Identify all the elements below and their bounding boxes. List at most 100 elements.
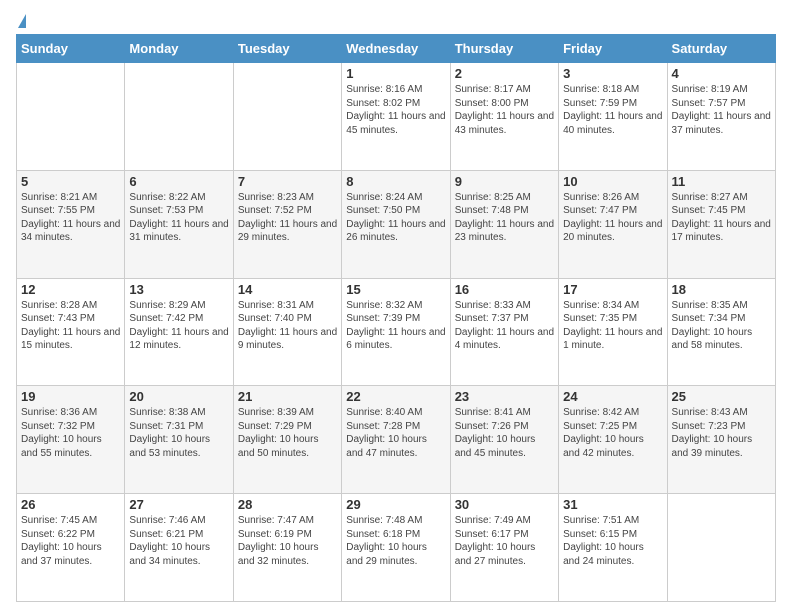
day-info: Sunrise: 7:48 AM Sunset: 6:18 PM Dayligh… [346, 514, 445, 568]
day-info: Sunrise: 8:31 AM Sunset: 7:40 PM Dayligh… [238, 299, 337, 353]
day-number: 31 [563, 497, 662, 512]
day-number: 23 [455, 389, 554, 404]
calendar-table: SundayMondayTuesdayWednesdayThursdayFrid… [16, 34, 776, 602]
calendar-header-thursday: Thursday [450, 35, 558, 63]
day-info: Sunrise: 8:29 AM Sunset: 7:42 PM Dayligh… [129, 299, 228, 353]
day-info: Sunrise: 8:18 AM Sunset: 7:59 PM Dayligh… [563, 83, 662, 137]
day-info: Sunrise: 8:40 AM Sunset: 7:28 PM Dayligh… [346, 406, 445, 460]
day-info: Sunrise: 8:17 AM Sunset: 8:00 PM Dayligh… [455, 83, 554, 137]
day-info: Sunrise: 7:45 AM Sunset: 6:22 PM Dayligh… [21, 514, 120, 568]
calendar-header-wednesday: Wednesday [342, 35, 450, 63]
day-info: Sunrise: 8:28 AM Sunset: 7:43 PM Dayligh… [21, 299, 120, 353]
day-info: Sunrise: 8:41 AM Sunset: 7:26 PM Dayligh… [455, 406, 554, 460]
calendar-cell: 18 Sunrise: 8:35 AM Sunset: 7:34 PM Dayli… [667, 278, 775, 386]
day-info: Sunrise: 8:26 AM Sunset: 7:47 PM Dayligh… [563, 191, 662, 245]
day-info: Sunrise: 8:24 AM Sunset: 7:50 PM Dayligh… [346, 191, 445, 245]
day-number: 15 [346, 282, 445, 297]
calendar-cell: 31 Sunrise: 7:51 AM Sunset: 6:15 PM Dayli… [559, 494, 667, 602]
calendar-cell [125, 63, 233, 171]
logo [16, 14, 26, 30]
calendar-cell: 3 Sunrise: 8:18 AM Sunset: 7:59 PM Daylig… [559, 63, 667, 171]
day-info: Sunrise: 7:51 AM Sunset: 6:15 PM Dayligh… [563, 514, 662, 568]
calendar-cell: 17 Sunrise: 8:34 AM Sunset: 7:35 PM Dayli… [559, 278, 667, 386]
day-number: 14 [238, 282, 337, 297]
day-number: 17 [563, 282, 662, 297]
day-info: Sunrise: 8:23 AM Sunset: 7:52 PM Dayligh… [238, 191, 337, 245]
calendar-cell: 27 Sunrise: 7:46 AM Sunset: 6:21 PM Dayli… [125, 494, 233, 602]
day-info: Sunrise: 8:32 AM Sunset: 7:39 PM Dayligh… [346, 299, 445, 353]
calendar-cell [17, 63, 125, 171]
calendar-cell: 19 Sunrise: 8:36 AM Sunset: 7:32 PM Dayli… [17, 386, 125, 494]
day-info: Sunrise: 8:34 AM Sunset: 7:35 PM Dayligh… [563, 299, 662, 353]
calendar-cell: 6Sunrise: 8:22 AM Sunset: 7:53 PM Daylig… [125, 170, 233, 278]
day-info: Sunrise: 8:19 AM Sunset: 7:57 PM Dayligh… [672, 83, 771, 137]
day-number: 21 [238, 389, 337, 404]
calendar-week-row: 1 Sunrise: 8:16 AM Sunset: 8:02 PM Daylig… [17, 63, 776, 171]
calendar-week-row: 26 Sunrise: 7:45 AM Sunset: 6:22 PM Dayli… [17, 494, 776, 602]
day-number: 5 [21, 174, 120, 189]
calendar-header-tuesday: Tuesday [233, 35, 341, 63]
calendar-header-friday: Friday [559, 35, 667, 63]
day-number: 29 [346, 497, 445, 512]
calendar-week-row: 12 Sunrise: 8:28 AM Sunset: 7:43 PM Dayli… [17, 278, 776, 386]
calendar-cell: 25 Sunrise: 8:43 AM Sunset: 7:23 PM Dayli… [667, 386, 775, 494]
day-number: 18 [672, 282, 771, 297]
day-number: 7 [238, 174, 337, 189]
calendar-header-saturday: Saturday [667, 35, 775, 63]
day-info: Sunrise: 8:27 AM Sunset: 7:45 PM Dayligh… [672, 191, 771, 245]
day-info: Sunrise: 8:25 AM Sunset: 7:48 PM Dayligh… [455, 191, 554, 245]
day-info: Sunrise: 7:49 AM Sunset: 6:17 PM Dayligh… [455, 514, 554, 568]
day-number: 8 [346, 174, 445, 189]
day-number: 27 [129, 497, 228, 512]
header [16, 12, 776, 30]
day-number: 16 [455, 282, 554, 297]
day-number: 3 [563, 66, 662, 81]
page: SundayMondayTuesdayWednesdayThursdayFrid… [0, 0, 792, 612]
calendar-cell [233, 63, 341, 171]
calendar-cell: 13Sunrise: 8:29 AM Sunset: 7:42 PM Dayli… [125, 278, 233, 386]
day-number: 24 [563, 389, 662, 404]
calendar-cell: 24 Sunrise: 8:42 AM Sunset: 7:25 PM Dayli… [559, 386, 667, 494]
day-number: 12 [21, 282, 120, 297]
calendar-cell: 14 Sunrise: 8:31 AM Sunset: 7:40 PM Dayli… [233, 278, 341, 386]
day-number: 28 [238, 497, 337, 512]
calendar-cell: 1 Sunrise: 8:16 AM Sunset: 8:02 PM Daylig… [342, 63, 450, 171]
calendar-header-row: SundayMondayTuesdayWednesdayThursdayFrid… [17, 35, 776, 63]
calendar-cell: 10 Sunrise: 8:26 AM Sunset: 7:47 PM Dayli… [559, 170, 667, 278]
calendar-header-sunday: Sunday [17, 35, 125, 63]
day-number: 25 [672, 389, 771, 404]
day-info: Sunrise: 8:33 AM Sunset: 7:37 PM Dayligh… [455, 299, 554, 353]
day-number: 26 [21, 497, 120, 512]
calendar-cell: 23 Sunrise: 8:41 AM Sunset: 7:26 PM Dayli… [450, 386, 558, 494]
day-info: Sunrise: 8:21 AM Sunset: 7:55 PM Dayligh… [21, 191, 120, 245]
calendar-cell: 21 Sunrise: 8:39 AM Sunset: 7:29 PM Dayli… [233, 386, 341, 494]
day-number: 20 [129, 389, 228, 404]
day-info: Sunrise: 8:16 AM Sunset: 8:02 PM Dayligh… [346, 83, 445, 137]
day-info: Sunrise: 8:35 AM Sunset: 7:34 PM Dayligh… [672, 299, 771, 353]
day-number: 19 [21, 389, 120, 404]
calendar-week-row: 19 Sunrise: 8:36 AM Sunset: 7:32 PM Dayli… [17, 386, 776, 494]
day-number: 1 [346, 66, 445, 81]
logo-triangle-icon [18, 14, 26, 28]
day-info: Sunrise: 7:47 AM Sunset: 6:19 PM Dayligh… [238, 514, 337, 568]
calendar-cell: 26 Sunrise: 7:45 AM Sunset: 6:22 PM Dayli… [17, 494, 125, 602]
day-number: 10 [563, 174, 662, 189]
calendar-cell: 8 Sunrise: 8:24 AM Sunset: 7:50 PM Daylig… [342, 170, 450, 278]
day-number: 30 [455, 497, 554, 512]
day-info: Sunrise: 7:46 AM Sunset: 6:21 PM Dayligh… [129, 514, 228, 568]
day-number: 22 [346, 389, 445, 404]
day-number: 11 [672, 174, 771, 189]
day-info: Sunrise: 8:42 AM Sunset: 7:25 PM Dayligh… [563, 406, 662, 460]
day-info: Sunrise: 8:43 AM Sunset: 7:23 PM Dayligh… [672, 406, 771, 460]
day-info: Sunrise: 8:39 AM Sunset: 7:29 PM Dayligh… [238, 406, 337, 460]
day-number: 2 [455, 66, 554, 81]
calendar-cell: 20 Sunrise: 8:38 AM Sunset: 7:31 PM Dayli… [125, 386, 233, 494]
calendar-cell: 2 Sunrise: 8:17 AM Sunset: 8:00 PM Daylig… [450, 63, 558, 171]
day-info: Sunrise: 8:36 AM Sunset: 7:32 PM Dayligh… [21, 406, 120, 460]
calendar-cell: 22 Sunrise: 8:40 AM Sunset: 7:28 PM Dayli… [342, 386, 450, 494]
calendar-cell: 4 Sunrise: 8:19 AM Sunset: 7:57 PM Daylig… [667, 63, 775, 171]
day-number: 4 [672, 66, 771, 81]
day-number: 9 [455, 174, 554, 189]
calendar-week-row: 5 Sunrise: 8:21 AM Sunset: 7:55 PM Daylig… [17, 170, 776, 278]
day-info: Sunrise: 8:38 AM Sunset: 7:31 PM Dayligh… [129, 406, 228, 460]
